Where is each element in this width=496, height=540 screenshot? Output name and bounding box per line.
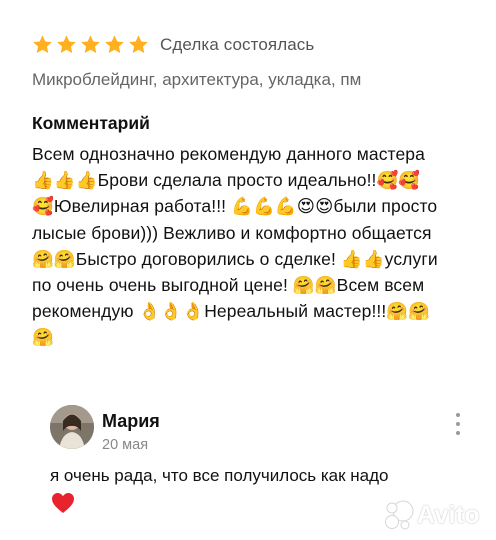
heart-icon [51,492,75,514]
reply-author[interactable]: Мария [102,411,160,432]
star-rating [32,34,149,55]
rating-row: Сделка состоялась [32,34,314,55]
star-icon [80,34,101,55]
star-icon [56,34,77,55]
avito-logo-icon [384,500,414,530]
comment-text: Всем однозначно рекомендую данного масте… [32,144,438,348]
avito-watermark: Avito [384,500,480,530]
avito-wordmark: Avito [416,500,480,529]
star-icon [104,34,125,55]
review-card: Сделка состоялась Микроблейдинг, архитек… [32,0,472,540]
star-icon [128,34,149,55]
reply-date: 20 мая [102,437,149,453]
more-options-icon[interactable] [450,413,466,435]
avatar[interactable] [50,405,94,449]
comment-title: Комментарий [32,113,150,133]
services-list: Микроблейдинг, архитектура, укладка, пм [32,70,362,89]
deal-status: Сделка состоялась [160,34,315,54]
reply-text: я очень рада, что все получилось как над… [50,466,389,485]
star-icon [32,34,53,55]
